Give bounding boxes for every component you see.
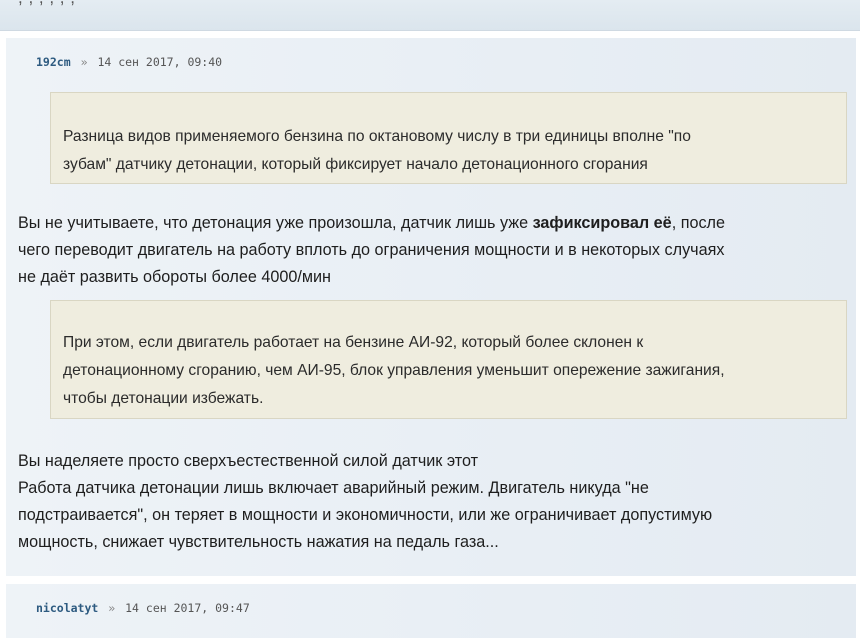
quote-line: зубам" датчику детонации, который фиксир… bbox=[63, 156, 648, 173]
post-meta: nicolatyt » 14 сен 2017, 09:47 bbox=[36, 601, 250, 615]
post-meta-separator: » bbox=[108, 601, 116, 615]
reply-line: мощность, снижает чувствительность нажат… bbox=[18, 533, 499, 551]
quote-line: Разница видов применяемого бензина по ок… bbox=[63, 128, 691, 145]
reply-text: Вы наделяете просто сверхъестественной с… bbox=[18, 448, 848, 556]
post-meta-separator: » bbox=[80, 55, 88, 69]
post-timestamp: 14 сен 2017, 09:40 bbox=[97, 55, 223, 69]
quote-line: чтобы детонации избежать. bbox=[63, 390, 264, 407]
previous-post-fragment: , , , , , , bbox=[0, 0, 860, 31]
reply-bold-text: зафиксировал её bbox=[532, 214, 672, 232]
quote-block: Разница видов применяемого бензина по ок… bbox=[50, 92, 847, 184]
post-meta: 192cm » 14 сен 2017, 09:40 bbox=[36, 55, 222, 69]
post-author-link[interactable]: 192cm bbox=[36, 55, 71, 69]
reply-line: подстраивается", он теряет в мощности и … bbox=[18, 506, 713, 524]
reply-line: Вы не учитываете, что детонация уже прои… bbox=[18, 210, 848, 237]
quote-block: При этом, если двигатель работает на бен… bbox=[50, 300, 847, 419]
reply-line: Работа датчика детонации лишь включает а… bbox=[18, 479, 649, 497]
forum-post: 192cm » 14 сен 2017, 09:40 Разница видов… bbox=[6, 38, 856, 576]
reply-line: чего переводит двигатель на работу вплот… bbox=[18, 241, 725, 259]
reply-line: Вы наделяете просто сверхъестественной с… bbox=[18, 452, 479, 470]
reply-text-segment: Вы не учитываете, что детонация уже прои… bbox=[18, 214, 533, 232]
quote-line: При этом, если двигатель работает на бен… bbox=[63, 334, 644, 351]
forum-post: nicolatyt » 14 сен 2017, 09:47 bbox=[6, 584, 856, 638]
post-author-link[interactable]: nicolatyt bbox=[36, 601, 98, 615]
quote-line: детонационному сгоранию, чем АИ-95, блок… bbox=[63, 362, 725, 379]
reply-line: не даёт развить обороты более 4000/мин bbox=[18, 268, 331, 286]
reply-text: Вы не учитываете, что детонация уже прои… bbox=[18, 210, 848, 291]
reply-text-segment: , после bbox=[671, 214, 726, 232]
previous-post-cut-text: , , , , , , bbox=[18, 0, 75, 8]
post-timestamp: 14 сен 2017, 09:47 bbox=[125, 601, 250, 615]
